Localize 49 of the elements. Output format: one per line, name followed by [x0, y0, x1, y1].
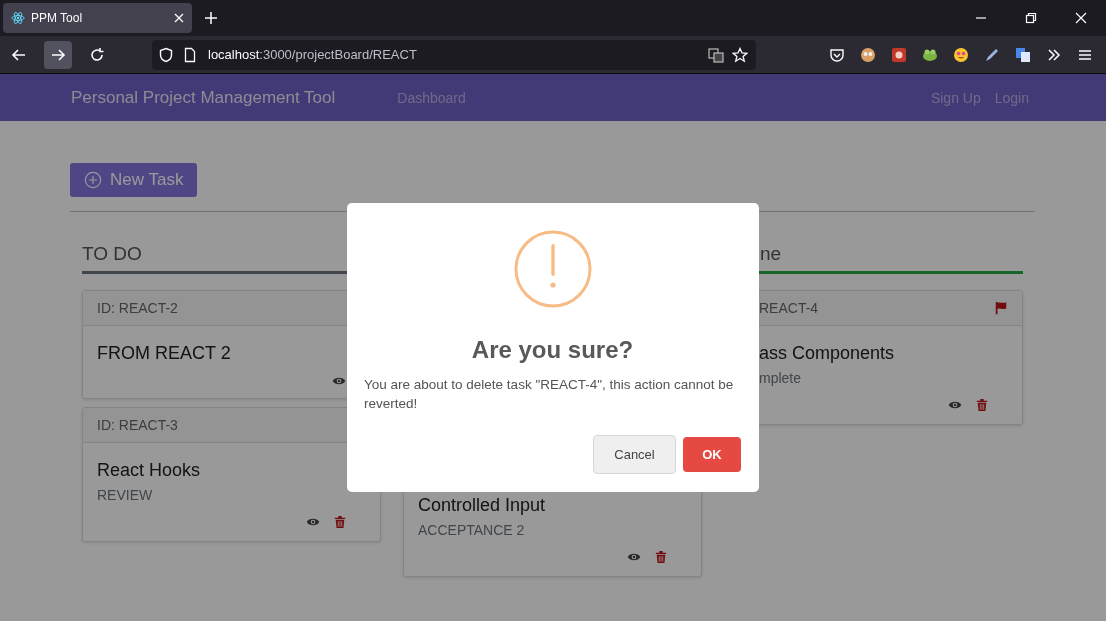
extension-icon[interactable]: [891, 46, 907, 63]
flag-icon: [994, 301, 1008, 315]
page-icon: [182, 46, 198, 63]
column-title: ne: [759, 243, 783, 266]
pocket-icon[interactable]: [829, 46, 845, 63]
task-id: REACT-4: [759, 300, 819, 316]
task-id: ID: REACT-2: [97, 300, 178, 316]
task-status: mplete: [759, 370, 803, 386]
star-icon[interactable]: [732, 46, 748, 63]
eye-icon[interactable]: [627, 552, 641, 562]
task-title: React Hooks: [97, 459, 202, 481]
pen-icon[interactable]: [984, 46, 1000, 63]
atom-icon: [11, 11, 25, 25]
task-title: FROM REACT 2: [97, 342, 232, 364]
eye-icon[interactable]: [306, 517, 320, 527]
emoji-icon[interactable]: [953, 46, 969, 63]
forward-icon[interactable]: [44, 40, 72, 69]
shield-icon: [158, 46, 174, 63]
ok-button[interactable]: OK: [683, 437, 741, 472]
new-tab-icon[interactable]: [205, 12, 217, 24]
close-icon[interactable]: [174, 13, 184, 23]
browser-tab[interactable]: PPM Tool: [3, 3, 192, 33]
tab-title: PPM Tool: [31, 11, 84, 25]
task-status: REVIEW: [97, 487, 154, 503]
column-title: TO DO: [82, 243, 143, 266]
restore-icon[interactable]: [1025, 12, 1037, 24]
new-task-button[interactable]: New Task: [70, 163, 198, 197]
plus-circle-icon: [84, 171, 102, 189]
trash-icon[interactable]: [976, 398, 988, 412]
trash-icon[interactable]: [655, 550, 667, 564]
url-text: localhost:3000/projectBoard/REACT: [208, 47, 417, 62]
trash-icon[interactable]: [334, 515, 346, 529]
task-title: Controlled Input: [418, 494, 547, 516]
dialog-title: Are you sure?: [471, 336, 634, 364]
eye-icon[interactable]: [332, 376, 346, 386]
warning-icon: [513, 230, 592, 308]
extension-icon[interactable]: [860, 46, 876, 63]
eye-icon[interactable]: [948, 400, 962, 410]
address-field[interactable]: localhost:3000/projectBoard/REACT: [152, 39, 756, 70]
task-title: ass Components: [759, 342, 896, 364]
cancel-button[interactable]: Cancel: [593, 435, 676, 474]
task-status: ACCEPTANCE 2: [418, 522, 526, 538]
task-id: ID: REACT-3: [97, 417, 178, 433]
overflow-icon[interactable]: [1046, 46, 1062, 63]
brand-link[interactable]: Personal Project Management Tool: [71, 87, 336, 108]
translate-icon[interactable]: [708, 46, 724, 63]
dialog-message: You are about to delete task "REACT-4", this action cannot be reverted!: [364, 376, 735, 413]
close-icon[interactable]: [1075, 12, 1087, 24]
translate-icon[interactable]: [1015, 46, 1031, 63]
